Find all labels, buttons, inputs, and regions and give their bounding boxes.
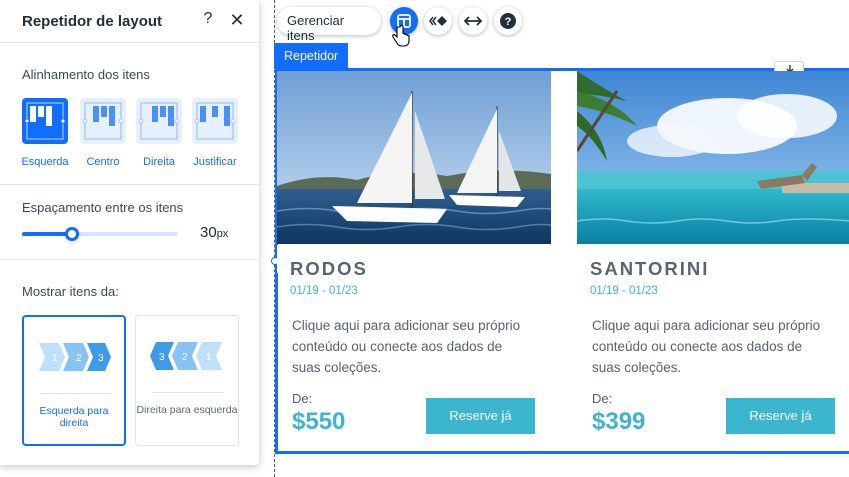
- pool-photo: [577, 71, 849, 244]
- spacing-value: 30: [200, 224, 217, 241]
- arrows-rtl-icon: 3 2 1: [150, 342, 222, 370]
- svg-text:?: ?: [505, 16, 512, 28]
- item-title[interactable]: RODOS: [290, 258, 368, 280]
- card-separator: [152, 392, 224, 393]
- close-icon[interactable]: ✕: [228, 10, 246, 30]
- help-icon[interactable]: ?: [200, 10, 216, 30]
- spacing-slider[interactable]: [22, 227, 178, 241]
- sailboat-photo: [277, 71, 551, 244]
- repeater-item[interactable]: SANTORINI 01/19 - 01/23 Clique aqui para…: [577, 71, 849, 449]
- divider: [0, 259, 259, 260]
- direction-rtl-option[interactable]: 3 2 1 Direita para esquerda: [135, 315, 239, 446]
- align-right-icon: [139, 102, 179, 140]
- spacing-value-display[interactable]: 30px: [200, 224, 228, 241]
- panel-title: Repetidor de layout: [22, 13, 163, 30]
- repeater-tag[interactable]: Repetidor: [274, 43, 349, 69]
- price-label[interactable]: De:: [592, 391, 612, 406]
- manage-items-button[interactable]: Gerenciar itens: [277, 7, 381, 43]
- help-icon: ?: [500, 13, 516, 29]
- direction-ltr-option[interactable]: 1 2 3 Esquerda para direita: [22, 315, 126, 446]
- panel-header: Repetidor de layout ? ✕: [0, 0, 259, 43]
- align-center-icon: [83, 102, 123, 140]
- step-1: 1: [52, 353, 58, 364]
- align-right-label: Direita: [143, 156, 175, 168]
- direction-ltr-label: Esquerda para direita: [39, 405, 109, 429]
- alignment-label: Alinhamento dos itens: [22, 67, 150, 82]
- book-now-button[interactable]: Reserve já: [426, 398, 535, 434]
- item-price[interactable]: $399: [592, 408, 645, 436]
- align-left-label: Esquerda: [21, 156, 69, 168]
- step-3: 3: [159, 352, 165, 363]
- item-price[interactable]: $550: [292, 408, 345, 436]
- spacing-slider-handle[interactable]: [64, 227, 79, 241]
- step-3: 3: [98, 353, 104, 364]
- item-dates[interactable]: 01/19 - 01/23: [290, 285, 358, 297]
- item-dates[interactable]: 01/19 - 01/23: [590, 285, 658, 297]
- book-now-button[interactable]: Reserve já: [726, 398, 835, 434]
- arrows-ltr-icon: 1 2 3: [39, 343, 111, 371]
- direction-label: Mostrar itens da:: [22, 284, 119, 299]
- item-title[interactable]: SANTORINI: [590, 258, 709, 280]
- card-separator: [40, 393, 112, 394]
- align-center-option[interactable]: [80, 98, 126, 144]
- repeater-item[interactable]: RODOS 01/19 - 01/23 Clique aqui para adi…: [277, 71, 551, 449]
- align-justify-option[interactable]: [192, 98, 238, 144]
- stretch-button[interactable]: [459, 7, 487, 35]
- step-2: 2: [182, 352, 188, 363]
- hand-cursor-icon: [392, 24, 410, 47]
- align-justify-icon: [195, 102, 235, 140]
- direction-rtl-label: Direita para esquerda: [136, 404, 238, 416]
- animation-button[interactable]: [424, 7, 452, 35]
- price-label[interactable]: De:: [292, 391, 312, 406]
- item-description[interactable]: Clique aqui para adicionar seu próprio c…: [292, 315, 522, 378]
- spacing-label: Espaçamento entre os itens: [22, 200, 184, 215]
- align-left-option[interactable]: [22, 98, 68, 144]
- spacing-unit: px: [216, 228, 229, 240]
- animation-icon: [429, 16, 447, 26]
- help-button[interactable]: ?: [494, 7, 522, 35]
- step-1: 1: [206, 352, 212, 363]
- align-center-label: Centro: [86, 156, 120, 168]
- step-2: 2: [76, 353, 82, 364]
- layout-panel: Repetidor de layout ? ✕ Alinhamento dos …: [0, 0, 259, 465]
- sailboat-image: [277, 71, 551, 244]
- item-description[interactable]: Clique aqui para adicionar seu próprio c…: [592, 315, 822, 378]
- stretch-icon: [463, 16, 483, 26]
- infinity-pool-image: [577, 71, 849, 244]
- align-left-icon: [25, 102, 65, 140]
- align-justify-label: Justificar: [193, 156, 237, 168]
- divider: [0, 184, 259, 185]
- align-right-option[interactable]: [136, 98, 182, 144]
